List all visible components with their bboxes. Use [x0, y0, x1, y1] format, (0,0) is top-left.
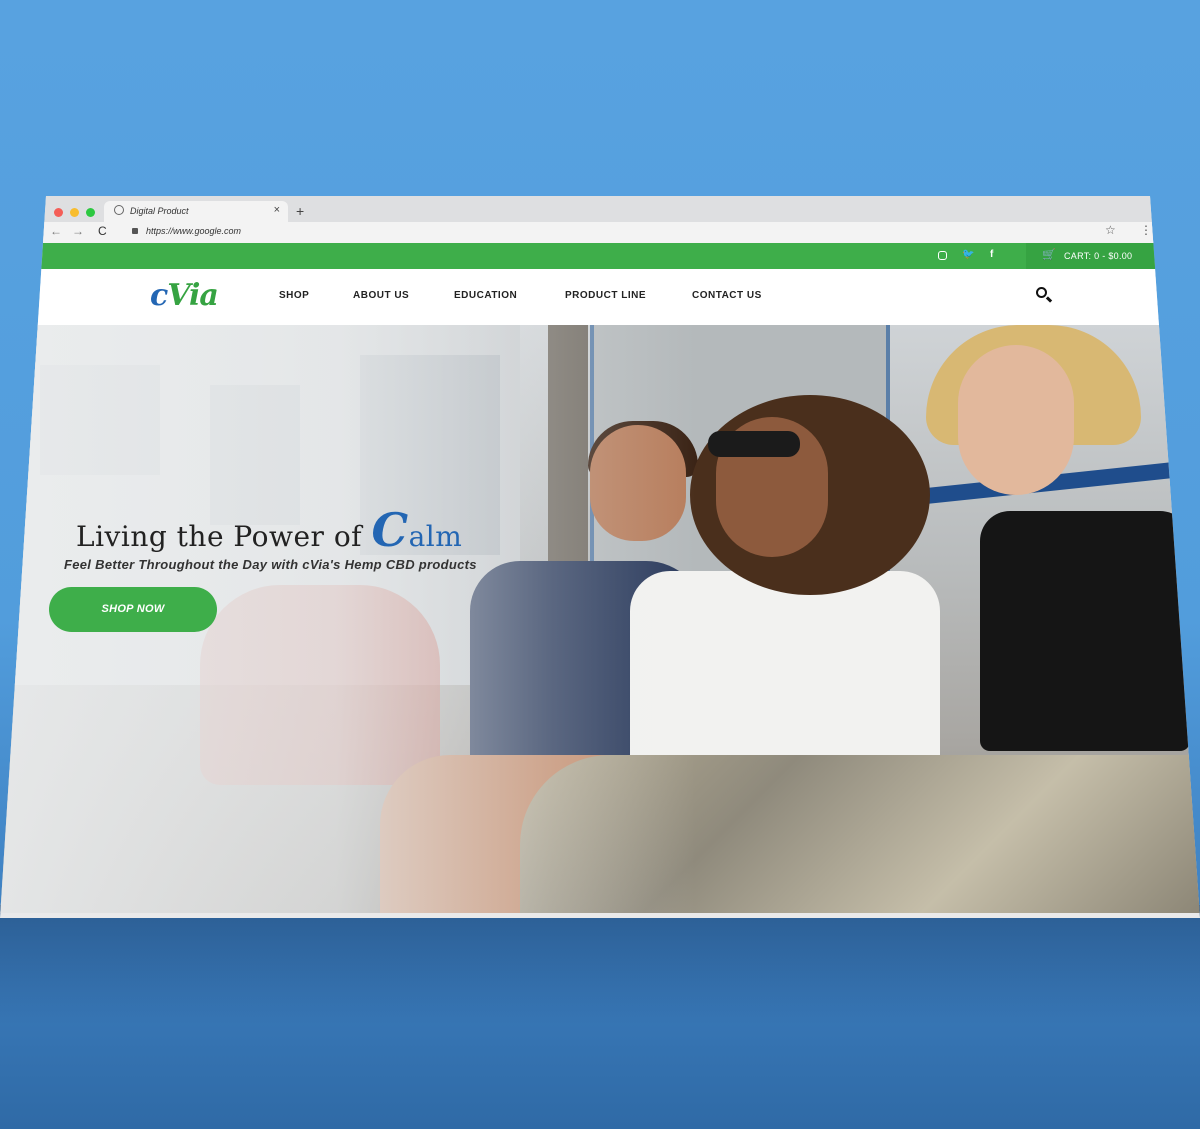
lock-icon: [132, 228, 138, 234]
browser-chrome: Digital Product × + ← → C https://www.go…: [0, 196, 1200, 243]
hero-banner: Living the Power of Calm Feel Better Thr…: [0, 325, 1200, 913]
instagram-icon[interactable]: [938, 251, 947, 260]
address-bar: ← → C https://www.google.com ☆ ⋮: [0, 222, 1200, 243]
nav-about-us[interactable]: ABOUT US: [353, 290, 409, 301]
tab-strip: Digital Product × +: [0, 196, 1200, 223]
top-bar: 🐦 f 🛒 CART: 0 - $0.00: [0, 243, 1200, 269]
tab-close-icon[interactable]: ×: [274, 204, 280, 216]
headline-prefix: Living the Power of: [76, 520, 372, 553]
hero-headline: Living the Power of Calm: [76, 503, 462, 557]
cart-label: CART: 0 - $0.00: [1064, 251, 1133, 261]
mockup-shadow: [0, 905, 1200, 1025]
close-window-icon[interactable]: [54, 208, 63, 217]
logo-via: Via: [167, 278, 219, 313]
site-header: cVia SHOP ABOUT US EDUCATION PRODUCT LIN…: [0, 269, 1200, 325]
url-field[interactable]: https://www.google.com: [146, 226, 241, 236]
new-tab-icon[interactable]: +: [296, 203, 304, 219]
cvia-logo[interactable]: cVia: [150, 278, 219, 313]
reload-icon[interactable]: C: [98, 224, 107, 238]
forward-arrow-icon[interactable]: →: [72, 224, 84, 238]
nav-shop[interactable]: SHOP: [279, 290, 309, 301]
search-icon[interactable]: [1036, 287, 1047, 298]
bookmark-star-icon[interactable]: ☆: [1105, 223, 1116, 237]
facebook-icon[interactable]: f: [990, 249, 993, 260]
cart-button[interactable]: 🛒 CART: 0 - $0.00: [1026, 243, 1160, 269]
headline-big-c: C: [371, 503, 409, 557]
minimize-window-icon[interactable]: [70, 208, 79, 217]
nav-product-line[interactable]: PRODUCT LINE: [565, 290, 646, 301]
maximize-window-icon[interactable]: [86, 208, 95, 217]
nav-contact-us[interactable]: CONTACT US: [692, 290, 762, 301]
back-arrow-icon[interactable]: ←: [50, 224, 62, 238]
headline-calm: alm: [408, 520, 463, 553]
browser-menu-icon[interactable]: ⋮: [1140, 223, 1152, 237]
twitter-icon[interactable]: 🐦: [962, 249, 974, 260]
globe-icon: [114, 205, 124, 215]
hero-subheadline: Feel Better Throughout the Day with cVia…: [64, 557, 477, 572]
browser-window: Digital Product × + ← → C https://www.go…: [0, 196, 1200, 918]
shop-now-button[interactable]: SHOP NOW: [49, 587, 217, 632]
nav-education[interactable]: EDUCATION: [454, 290, 517, 301]
logo-c: c: [150, 278, 168, 313]
browser-tab[interactable]: Digital Product ×: [104, 201, 288, 223]
cart-icon: 🛒: [1042, 249, 1056, 261]
tab-title: Digital Product: [130, 206, 189, 216]
